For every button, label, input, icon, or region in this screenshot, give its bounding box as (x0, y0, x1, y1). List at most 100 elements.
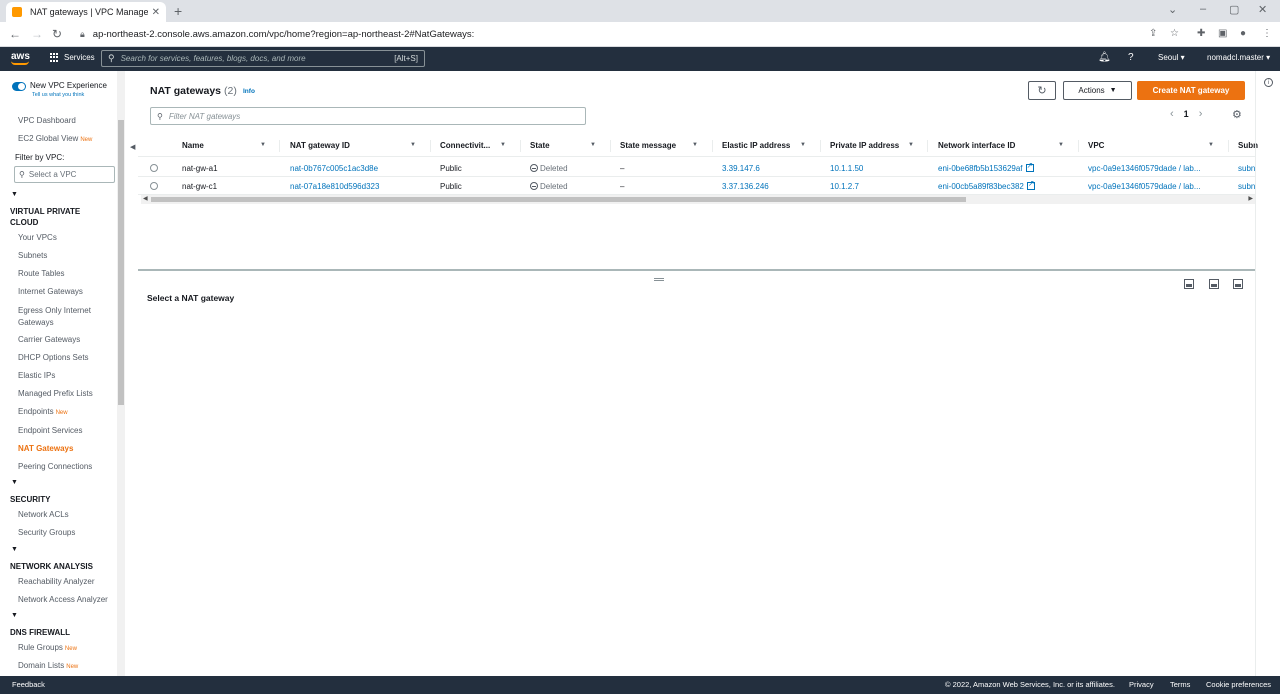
new-tab-icon[interactable]: + (174, 3, 182, 19)
sidebar-item-internet-gateways[interactable]: Internet Gateways (18, 287, 83, 296)
sidebar-item-rule-groups[interactable]: Rule Groups New (18, 643, 77, 652)
feedback-link[interactable]: Tell us what you think (32, 92, 107, 98)
sidepanel-icon[interactable]: ▣ (1218, 28, 1227, 39)
cell-elastic-ip[interactable]: 3.37.136.246 (722, 182, 769, 191)
window-close-icon[interactable]: ✕ (1258, 3, 1267, 16)
tab-search-icon[interactable]: ⌄ (1168, 3, 1177, 16)
terms-link[interactable]: Terms (1170, 680, 1190, 689)
url-field[interactable]: 🔒︎ ap-northeast-2.console.aws.amazon.com/… (80, 29, 474, 40)
panel-close-icon[interactable] (1233, 279, 1243, 289)
sort-icon[interactable]: ▼ (1058, 142, 1064, 148)
sort-icon[interactable]: ▼ (800, 142, 806, 148)
sort-icon[interactable]: ▼ (260, 142, 266, 148)
aws-logo[interactable]: aws (11, 51, 30, 65)
services-menu[interactable]: Services (50, 53, 95, 62)
column-divider[interactable] (927, 140, 928, 152)
minimize-icon[interactable]: – (1200, 3, 1206, 15)
cell-elastic-ip[interactable]: 3.39.147.6 (722, 164, 760, 173)
cell-vpc[interactable]: vpc-0a9e1346f0579dade / lab... (1088, 164, 1201, 173)
sort-icon[interactable]: ▼ (590, 142, 596, 148)
column-header-vpc[interactable]: VPC (1088, 141, 1104, 150)
close-tab-icon[interactable]: ✕ (152, 7, 160, 18)
cookie-preferences-link[interactable]: Cookie preferences (1206, 680, 1271, 689)
sidebar-item-endpoint-services[interactable]: Endpoint Services (18, 426, 82, 435)
row-radio[interactable] (150, 182, 158, 190)
table-row[interactable]: nat-gw-c1 nat-07a18e810d596d323 Public D… (138, 177, 1255, 195)
column-divider[interactable] (610, 140, 611, 152)
sort-icon[interactable]: ▼ (692, 142, 698, 148)
browser-tab[interactable]: NAT gateways | VPC Management ✕ (6, 2, 166, 22)
section-security[interactable]: SECURITY (10, 494, 50, 505)
profile-icon[interactable]: ● (1240, 28, 1246, 39)
new-vpc-experience-toggle[interactable]: New VPC Experience Tell us what you thin… (12, 81, 107, 98)
sidebar-item-ec2-global-view[interactable]: EC2 Global View New (18, 134, 92, 143)
section-network-analysis[interactable]: NETWORK ANALYSIS (10, 561, 93, 572)
gear-icon[interactable]: ⚙ (1232, 108, 1242, 121)
sidebar-item-carrier-gateways[interactable]: Carrier Gateways (18, 335, 80, 344)
section-virtual-private-cloud[interactable]: VIRTUAL PRIVATE CLOUD (10, 206, 100, 228)
global-search-input[interactable]: ⚲ Search for services, features, blogs, … (101, 50, 425, 67)
column-header-connectivity[interactable]: Connectivit... (440, 141, 490, 150)
row-radio[interactable] (150, 164, 158, 172)
column-header-state-message[interactable]: State message (620, 141, 676, 150)
forward-icon[interactable]: → (31, 27, 43, 41)
reload-icon[interactable]: ↻ (52, 27, 62, 41)
sort-icon[interactable]: ▼ (410, 142, 416, 148)
column-divider[interactable] (1078, 140, 1079, 152)
scroll-right-icon[interactable]: ▶ (1248, 195, 1253, 202)
sidebar-item-elastic-ips[interactable]: Elastic IPs (18, 371, 55, 380)
panel-bottom-icon[interactable] (1184, 279, 1194, 289)
feedback-link[interactable]: Feedback (12, 680, 45, 689)
column-divider[interactable] (279, 140, 280, 152)
create-nat-gateway-button[interactable]: Create NAT gateway (1137, 81, 1245, 100)
filter-nat-gateways-input[interactable]: ⚲ Filter NAT gateways (150, 107, 586, 125)
column-divider[interactable] (430, 140, 431, 152)
column-header-name[interactable]: Name (182, 141, 204, 150)
column-divider[interactable] (520, 140, 521, 152)
sidebar-item-network-acls[interactable]: Network ACLs (18, 510, 69, 519)
region-selector[interactable]: Seoul ▾ (1158, 53, 1185, 62)
resize-handle-icon[interactable] (654, 278, 664, 281)
cell-private-ip[interactable]: 10.1.2.7 (830, 182, 859, 191)
toggle-switch[interactable] (12, 82, 26, 91)
sort-icon[interactable]: ▼ (500, 142, 506, 148)
sidebar-item-domain-lists[interactable]: Domain Lists New (18, 661, 78, 670)
actions-button[interactable]: Actions ▼ (1063, 81, 1132, 100)
caret-down-icon[interactable]: ▼ (11, 479, 18, 486)
scrollbar-thumb[interactable] (151, 197, 966, 202)
panel-side-icon[interactable] (1209, 279, 1219, 289)
account-menu[interactable]: nomadcl.master ▾ (1207, 53, 1270, 62)
sidebar-scrollbar-thumb[interactable] (118, 120, 124, 405)
privacy-link[interactable]: Privacy (1129, 680, 1154, 689)
column-header-state[interactable]: State (530, 141, 550, 150)
menu-kebab-icon[interactable]: ⋮ (1262, 28, 1272, 39)
next-page-icon[interactable]: › (1199, 108, 1203, 120)
extensions-icon[interactable]: ✚ (1197, 28, 1205, 39)
scroll-left-icon[interactable]: ◀ (143, 195, 148, 202)
cell-subnet[interactable]: subn (1238, 182, 1255, 191)
eni-link[interactable]: eni-00cb5a89f83bec382 (938, 182, 1024, 191)
column-header-elastic-ip[interactable]: Elastic IP address (722, 141, 790, 150)
column-divider[interactable] (1228, 140, 1229, 152)
sidebar-item-vpc-dashboard[interactable]: VPC Dashboard (18, 116, 76, 125)
prev-page-icon[interactable]: ‹ (1170, 108, 1174, 120)
cell-network-interface-id[interactable]: eni-0be68fb5b153629af (938, 161, 1034, 173)
notifications-bell-icon[interactable]: 🔔︎ (1098, 52, 1111, 63)
column-divider[interactable] (712, 140, 713, 152)
bookmark-star-icon[interactable]: ☆ (1170, 28, 1179, 39)
share-icon[interactable]: ⇪ (1149, 28, 1157, 39)
sidebar-item-nat-gateways[interactable]: NAT Gateways (18, 444, 73, 453)
cell-private-ip[interactable]: 10.1.1.50 (830, 164, 863, 173)
table-row[interactable]: nat-gw-a1 nat-0b767c005c1ac3d8e Public D… (138, 159, 1255, 177)
caret-down-icon[interactable]: ▼ (11, 546, 18, 553)
sidebar-item-peering-connections[interactable]: Peering Connections (18, 462, 92, 471)
caret-down-icon[interactable]: ▼ (11, 612, 18, 619)
sidebar-item-security-groups[interactable]: Security Groups (18, 528, 75, 537)
column-divider[interactable] (820, 140, 821, 152)
back-icon[interactable]: ← (9, 27, 21, 41)
cell-vpc[interactable]: vpc-0a9e1346f0579dade / lab... (1088, 182, 1201, 191)
table-horizontal-scrollbar[interactable]: ◀ ▶ (141, 195, 1255, 204)
sidebar-item-dhcp-options-sets[interactable]: DHCP Options Sets (18, 353, 89, 362)
sidebar-item-route-tables[interactable]: Route Tables (18, 269, 65, 278)
sidebar-item-reachability-analyzer[interactable]: Reachability Analyzer (18, 577, 94, 586)
